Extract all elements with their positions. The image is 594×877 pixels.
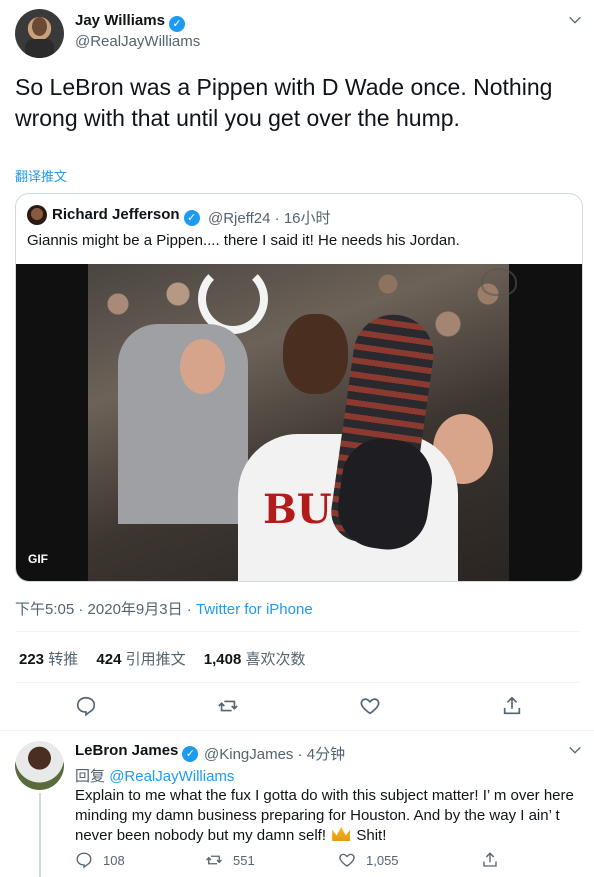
reply-text: Explain to me what the fux I gotta do wi…: [75, 786, 580, 846]
reply-text-tail: Shit!: [356, 827, 387, 844]
tweet-timestamp-row: 下午5:05 · 2020年9月3日 · Twitter for iPhone: [15, 598, 313, 619]
reply-like-button[interactable]: 1,055: [338, 851, 399, 869]
reply-retweet-button[interactable]: 551: [205, 851, 255, 869]
reply-reply-count: 108: [103, 853, 125, 868]
meta-separator: ·: [182, 601, 196, 618]
reply-mention-link[interactable]: @RealJayWilliams: [109, 768, 234, 785]
reply-time[interactable]: 4分钟: [307, 746, 345, 763]
reply-separator: ·: [293, 746, 307, 763]
crown-emoji: [332, 827, 351, 841]
reply-retweet-count: 551: [233, 853, 255, 868]
jersey-lettering: BU: [263, 486, 332, 533]
translate-tweet-link[interactable]: 翻译推文: [15, 166, 67, 185]
thread-line: [39, 793, 41, 877]
quote-separator: ·: [270, 210, 284, 227]
likes-count: 1,408: [203, 651, 242, 668]
tweet-date[interactable]: 2020年9月3日: [88, 601, 183, 618]
avatar-head: [32, 17, 47, 36]
reply-author-name[interactable]: LeBron James: [75, 742, 178, 759]
tweet-time[interactable]: 下午5:05: [15, 601, 74, 618]
share-icon: [483, 852, 497, 867]
divider: [15, 682, 579, 683]
author-name[interactable]: Jay Williams: [75, 12, 165, 29]
quote-author-name: Richard Jefferson: [52, 206, 180, 223]
quotes-count: 424: [96, 651, 122, 668]
likes-stat[interactable]: 1,408 喜欢次数: [204, 651, 306, 668]
author-name-row[interactable]: Jay Williams ✓: [75, 12, 185, 32]
reply-author-handle[interactable]: @KingJames: [204, 746, 293, 763]
author-avatar[interactable]: [15, 9, 64, 58]
verified-icon: ✓: [168, 16, 185, 32]
quotes-stat[interactable]: 424 引用推文: [96, 651, 185, 668]
verified-icon: ✓: [182, 746, 199, 762]
like-icon[interactable]: [359, 695, 381, 717]
reply-reply-button[interactable]: 108: [75, 851, 125, 869]
quote-time: 16小时: [283, 210, 331, 227]
likes-label: 喜欢次数: [245, 651, 306, 668]
replying-to: 回复 @RealJayWilliams: [75, 765, 234, 786]
bulls-logo-watermark: [481, 268, 517, 296]
quote-author-avatar: [27, 205, 47, 225]
quote-text: Giannis might be a Pippen.... there I sa…: [27, 232, 460, 249]
gif-badge: GIF: [28, 552, 48, 566]
reply-text-body: Explain to me what the fux I gotta do wi…: [75, 787, 574, 844]
avatar-suit: [25, 39, 54, 58]
fan-face: [180, 339, 225, 394]
verified-icon: ✓: [183, 210, 200, 226]
reply-author-name-row[interactable]: LeBron James ✓: [75, 742, 199, 762]
reply-icon: [76, 852, 92, 869]
tweet-source-link[interactable]: Twitter for iPhone: [196, 601, 313, 618]
retweets-label: 转推: [48, 651, 79, 668]
quote-meta: @Rjeff24 · 16小时: [208, 207, 331, 228]
chevron-down-icon[interactable]: [567, 742, 583, 758]
quote-author-handle: @Rjeff24: [208, 210, 271, 227]
like-icon: [339, 853, 355, 867]
share-icon[interactable]: [501, 695, 523, 717]
retweet-icon: [206, 855, 222, 865]
quoted-tweet-card[interactable]: Richard Jefferson ✓ @Rjeff24 · 16小时 Giann…: [15, 193, 583, 582]
retweets-stat[interactable]: 223 转推: [19, 651, 78, 668]
divider: [15, 631, 579, 632]
chevron-down-icon[interactable]: [567, 12, 583, 28]
reply-icon[interactable]: [75, 695, 97, 717]
tweet-stats: 223 转推 424 引用推文 1,408 喜欢次数: [19, 648, 320, 669]
quotes-label: 引用推文: [125, 651, 186, 668]
quote-author-name-row: Richard Jefferson ✓: [52, 206, 200, 226]
reply-prefix: 回复: [75, 768, 106, 785]
retweet-icon[interactable]: [217, 695, 239, 717]
reply-like-count: 1,055: [366, 853, 399, 868]
tweet-text: So LeBron was a Pippen with D Wade once.…: [15, 74, 553, 131]
reply-meta: @KingJames · 4分钟: [204, 743, 345, 764]
reply-share-button[interactable]: [481, 851, 509, 869]
gif-frame: BU: [88, 264, 509, 581]
meta-separator: ·: [74, 601, 88, 618]
divider: [0, 730, 594, 731]
retweets-count: 223: [19, 651, 45, 668]
player-head: [283, 314, 348, 394]
author-handle[interactable]: @RealJayWilliams: [75, 33, 200, 50]
gif-media[interactable]: BU GIF: [16, 264, 582, 581]
reply-author-avatar[interactable]: [15, 741, 64, 790]
